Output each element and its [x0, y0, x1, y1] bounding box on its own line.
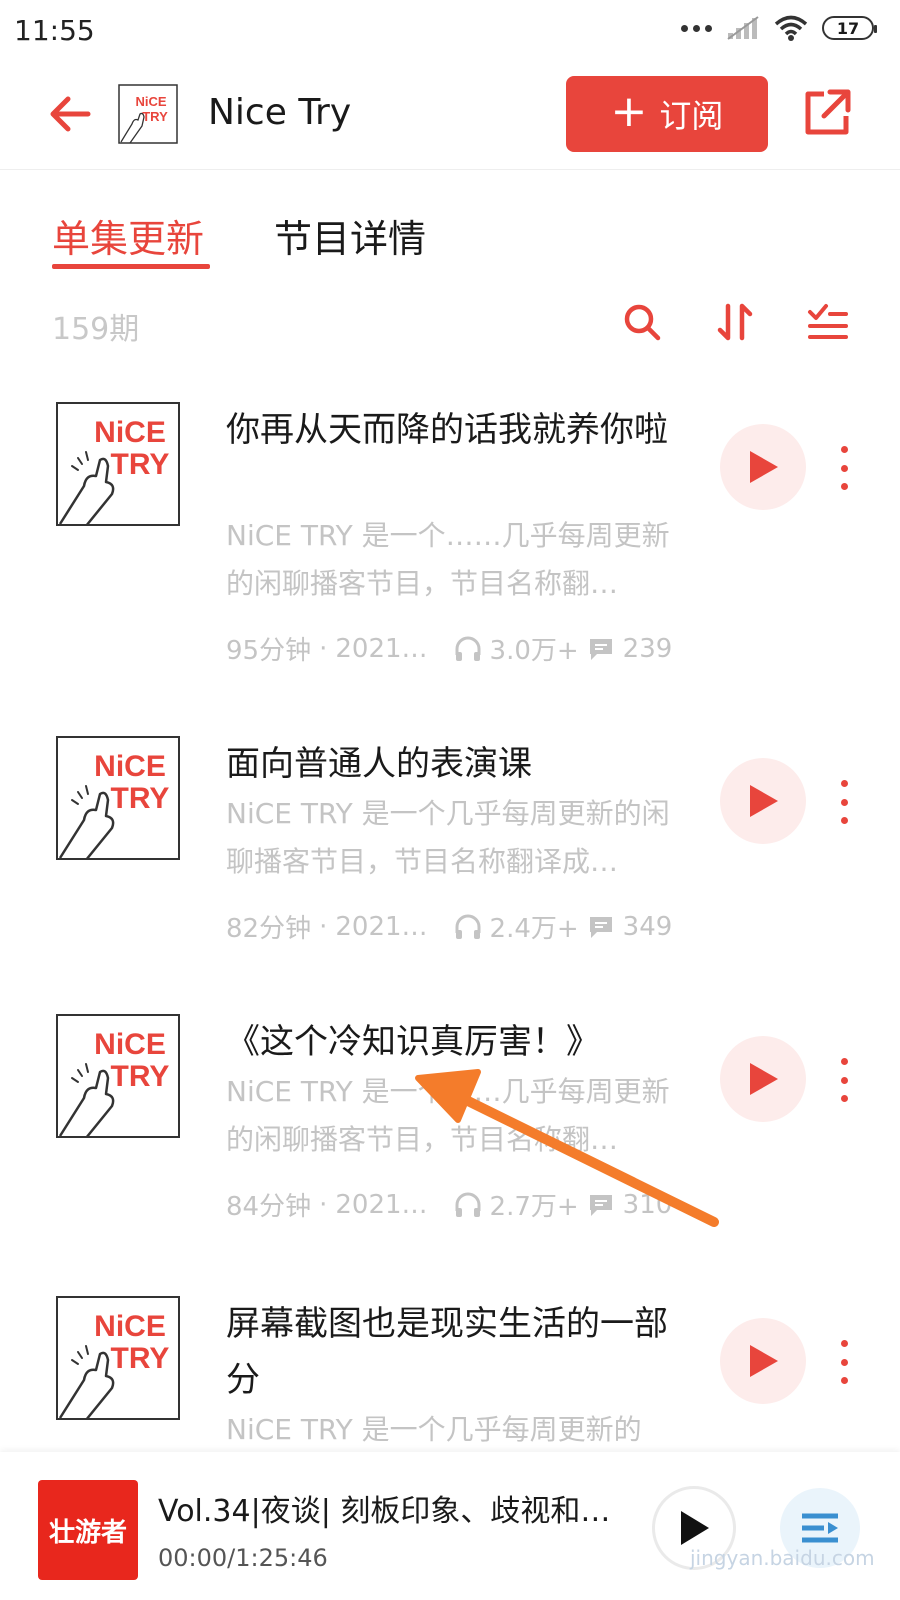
- cover-logo-line2: TRY: [142, 109, 168, 124]
- episode-title[interactable]: 你再从天而降的话我就养你啦: [226, 402, 696, 458]
- episode-play-button[interactable]: [720, 1318, 806, 1404]
- headphones-icon: [455, 636, 481, 661]
- wifi-icon: [774, 15, 808, 41]
- signal-icon: [727, 16, 759, 40]
- episode-date: 2021…: [335, 633, 428, 664]
- episode-item[interactable]: NiCE TRY 屏幕截图也是现实生活的一部分 NiCE TRY 是一个几乎每周…: [0, 1296, 900, 1452]
- play-icon: [750, 1345, 778, 1377]
- now-playing-cover[interactable]: 壮游者: [38, 1480, 138, 1580]
- episode-date: 2021…: [335, 1189, 428, 1220]
- episode-more-button[interactable]: [834, 1058, 854, 1102]
- episode-description: NiCE TRY 是一个……几乎每周更新的闲聊播客节目，节目名称翻…: [226, 519, 670, 600]
- playlist-icon: [802, 1513, 838, 1543]
- back-button[interactable]: [44, 88, 96, 140]
- battery-icon: 17: [822, 16, 877, 40]
- episode-description: NiCE TRY 是一个……几乎每周更新的闲聊播客节目，节目名称翻…: [226, 1075, 670, 1156]
- back-arrow-icon: [50, 96, 91, 132]
- episode-cover: NiCE TRY: [56, 1014, 180, 1138]
- episode-plays: 2.7万+: [489, 1192, 579, 1222]
- tab-episodes[interactable]: 单集更新: [52, 208, 204, 263]
- play-icon: [750, 451, 778, 483]
- episode-cover: NiCE TRY: [56, 736, 180, 860]
- headphones-icon: [455, 914, 481, 939]
- cover-logo-line1: NiCE: [94, 1310, 166, 1343]
- watermark-text: jingyan.baidu.com: [690, 1546, 875, 1570]
- comment-icon: [589, 916, 612, 938]
- episode-more-button[interactable]: [834, 446, 854, 490]
- share-icon: [805, 89, 851, 135]
- episode-meta: 82分钟 · 2021… 2.4万+ 349: [226, 908, 706, 945]
- episode-cover: NiCE TRY: [56, 1296, 180, 1420]
- episode-description: NiCE TRY 是一个几乎每周更新的: [226, 1413, 642, 1446]
- episode-meta: 95分钟 · 2021… 3.0万+ 239: [226, 630, 706, 667]
- episode-comments: 349: [622, 911, 673, 942]
- play-icon: [681, 1511, 709, 1545]
- subscribe-button[interactable]: + 订阅: [566, 76, 768, 152]
- cover-logo-line1: NiCE: [94, 416, 166, 449]
- episode-plays: 3.0万+: [489, 636, 579, 666]
- episode-toolbar: 159期: [0, 296, 900, 352]
- meta-separator: ·: [319, 633, 328, 664]
- cover-logo-line1: NiCE: [135, 94, 166, 109]
- app-header: NiCE TRY Nice Try + 订阅: [0, 62, 900, 170]
- episode-play-button[interactable]: [720, 424, 806, 510]
- episode-cover: NiCE TRY: [56, 402, 180, 526]
- episode-duration: 84分钟: [226, 1192, 312, 1222]
- cover-logo-line2: TRY: [111, 1342, 170, 1375]
- play-icon: [750, 1063, 778, 1095]
- search-icon[interactable]: [620, 300, 664, 344]
- episode-more-button[interactable]: [834, 780, 854, 824]
- subscribe-label: 订阅: [659, 97, 724, 135]
- status-bar: 11:55 17: [0, 0, 900, 62]
- batch-select-icon[interactable]: [806, 300, 850, 344]
- cover-logo-line1: NiCE: [94, 750, 166, 783]
- episode-duration: 95分钟: [226, 636, 312, 666]
- episode-comments: 310: [622, 1189, 673, 1220]
- podcast-cover-thumbnail[interactable]: NiCE TRY: [118, 84, 178, 144]
- meta-separator: ·: [319, 911, 328, 942]
- episode-title[interactable]: 《这个冷知识真厉害！》: [226, 1014, 696, 1070]
- cover-logo-line2: TRY: [111, 448, 170, 481]
- podcast-title: Nice Try: [208, 92, 352, 133]
- episode-play-button[interactable]: [720, 758, 806, 844]
- cover-logo-line1: NiCE: [94, 1028, 166, 1061]
- status-time: 11:55: [14, 14, 95, 47]
- headphones-icon: [455, 1192, 481, 1217]
- tab-details[interactable]: 节目详情: [274, 208, 426, 263]
- cover-logo-line2: TRY: [111, 1060, 170, 1093]
- episode-item[interactable]: NiCE TRY 《这个冷知识真厉害！》 NiCE TRY 是一个……几乎每周更…: [0, 1014, 900, 1298]
- status-icons: 17: [681, 14, 877, 42]
- more-dots-icon: [681, 24, 712, 32]
- comment-icon: [589, 1194, 612, 1216]
- episode-item[interactable]: NiCE TRY 你再从天而降的话我就养你啦 NiCE TRY 是一个……几乎每…: [0, 402, 900, 686]
- now-playing-time: 00:00/1:25:46: [158, 1544, 328, 1572]
- share-button[interactable]: [800, 86, 854, 140]
- now-playing-title[interactable]: Vol.34|夜谈| 刻板印象、歧视和…: [158, 1486, 628, 1530]
- episode-more-button[interactable]: [834, 1340, 854, 1384]
- cover-logo-line2: TRY: [111, 782, 170, 815]
- episode-item[interactable]: NiCE TRY 面向普通人的表演课 NiCE TRY 是一个几乎每周更新的闲聊…: [0, 736, 900, 1020]
- episode-duration: 82分钟: [226, 914, 312, 944]
- episode-comments: 239: [622, 633, 673, 664]
- meta-separator: ·: [319, 1189, 328, 1220]
- sort-icon[interactable]: [714, 300, 758, 344]
- episode-plays: 2.4万+: [489, 914, 579, 944]
- episode-play-button[interactable]: [720, 1036, 806, 1122]
- tab-bar: 单集更新 节目详情: [0, 200, 900, 280]
- plus-icon: +: [610, 86, 648, 137]
- episode-title[interactable]: 面向普通人的表演课: [226, 736, 696, 792]
- comment-icon: [589, 638, 612, 660]
- episode-description: NiCE TRY 是一个几乎每周更新的闲聊播客节目，节目名称翻译成…: [226, 797, 670, 878]
- episode-date: 2021…: [335, 911, 428, 942]
- play-icon: [750, 785, 778, 817]
- episode-meta: 84分钟 · 2021… 2.7万+ 310: [226, 1186, 706, 1223]
- episode-count: 159期: [52, 312, 140, 347]
- episode-title[interactable]: 屏幕截图也是现实生活的一部分: [226, 1296, 696, 1408]
- active-tab-indicator: [52, 264, 210, 269]
- mini-player[interactable]: 壮游者 Vol.34|夜谈| 刻板印象、歧视和… 00:00/1:25:46 j…: [0, 1452, 900, 1600]
